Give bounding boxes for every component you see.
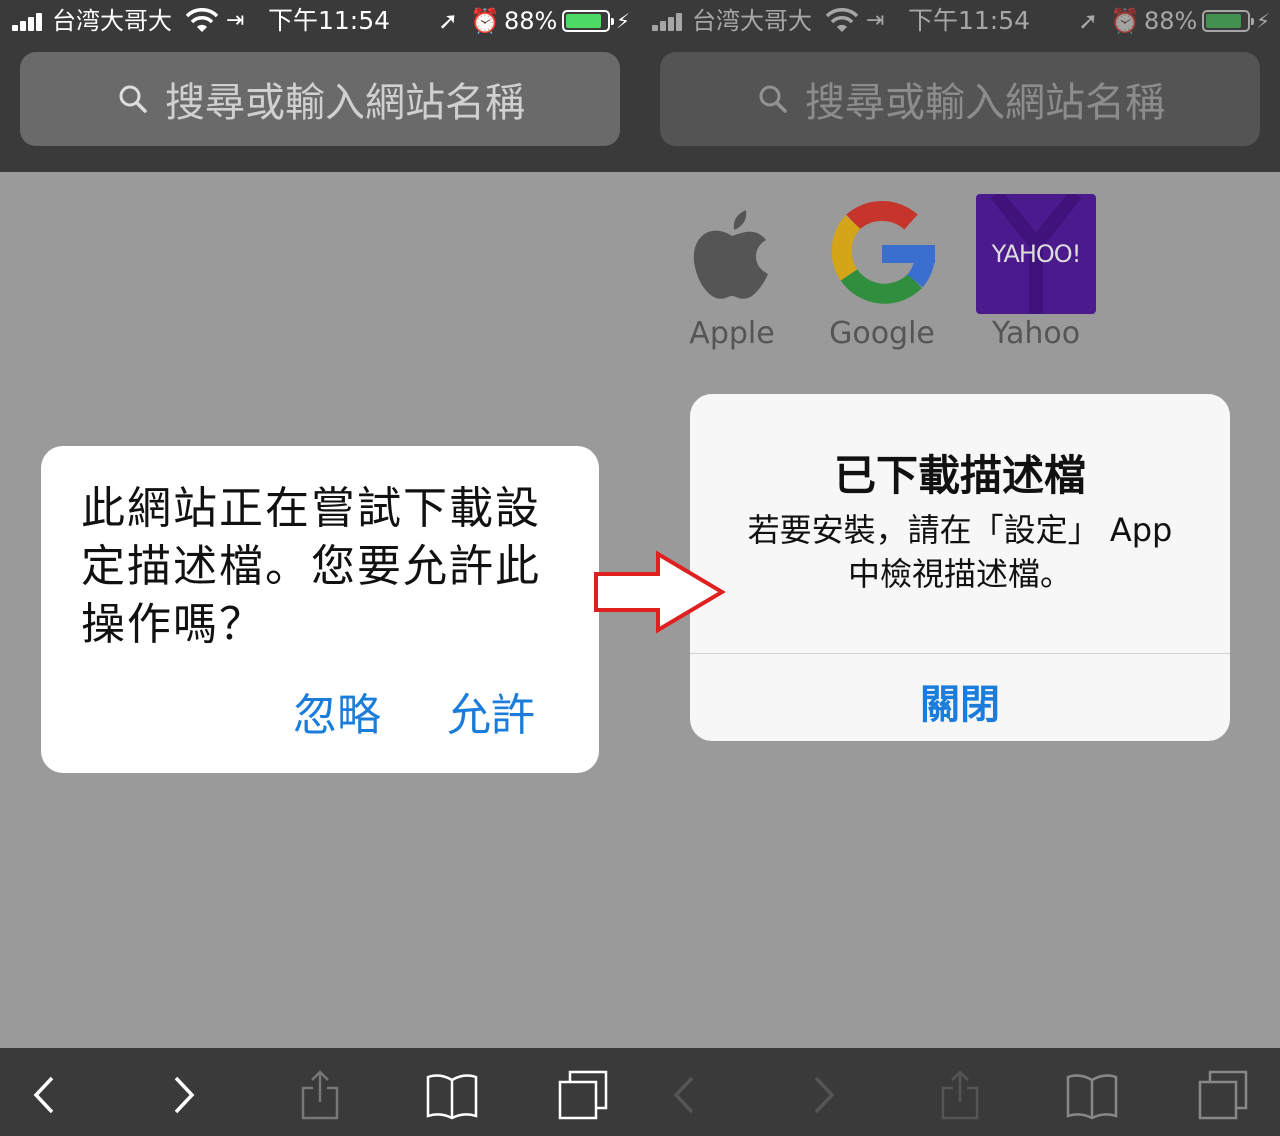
screen-mirroring-icon: ⇥ (866, 8, 885, 33)
favorite-yahoo[interactable]: YAHOO! Yahoo (976, 194, 1096, 351)
battery-fill (566, 14, 602, 28)
left-screen: 台湾大哥大 ⇥ 下午11:54 ➚ ⏰ 88% ⚡ 搜尋或輸入網站名稱 此網站正… (0, 0, 640, 1136)
share-icon (941, 1070, 979, 1120)
share-button[interactable] (934, 1070, 986, 1120)
alarm-icon: ⏰ (1110, 7, 1140, 35)
bottom-toolbar (0, 1048, 640, 1136)
location-icon: ➚ (438, 7, 459, 35)
screen-mirroring-icon: ⇥ (226, 8, 245, 33)
status-bar: 台湾大哥大 ⇥ 下午11:54 ➚ ⏰ 88% ⚡ (0, 0, 640, 42)
search-icon (759, 85, 787, 113)
status-bar: 台湾大哥大 ⇥ 下午11:54 ➚ ⏰ 88% ⚡ (640, 0, 1280, 42)
alarm-icon: ⏰ (470, 7, 500, 35)
back-button[interactable] (658, 1070, 710, 1120)
share-button[interactable] (294, 1070, 346, 1120)
favorite-label: Google (829, 316, 935, 351)
share-icon (301, 1070, 339, 1120)
favorite-label: Apple (689, 316, 775, 351)
search-placeholder: 搜尋或輸入網站名稱 (805, 80, 1165, 126)
yahoo-logo-text: YAHOO! (991, 240, 1082, 268)
tabs-icon (558, 1070, 608, 1120)
tabs-button[interactable] (558, 1070, 610, 1120)
apple-logo-icon (672, 194, 792, 314)
bookmarks-button[interactable] (1066, 1070, 1118, 1120)
alert-divider (690, 653, 1230, 654)
battery-percent: 88% (1144, 7, 1198, 35)
google-logo-icon (822, 194, 942, 314)
signal-icon (12, 13, 46, 31)
charging-icon: ⚡ (616, 9, 631, 33)
chevron-right-icon (814, 1076, 835, 1114)
tabs-button[interactable] (1198, 1070, 1250, 1120)
yahoo-logo-icon: YAHOO! (976, 194, 1096, 314)
profile-downloaded-alert: 已下載描述檔 若要安裝，請在「設定」 App 中檢視描述檔。 關閉 (690, 394, 1230, 741)
ignore-button[interactable]: 忽略 (293, 688, 381, 744)
close-button[interactable]: 關閉 (690, 672, 1230, 730)
top-bar: 台湾大哥大 ⇥ 下午11:54 ➚ ⏰ 88% ⚡ 搜尋或輸入網站名稱 (0, 0, 640, 172)
forward-button[interactable] (798, 1070, 850, 1120)
search-input[interactable]: 搜尋或輸入網站名稱 (20, 52, 620, 146)
battery-icon (562, 10, 614, 32)
favorite-label: Yahoo (991, 316, 1081, 351)
carrier-label: 台湾大哥大 (52, 7, 172, 35)
wifi-icon (826, 8, 858, 32)
back-button[interactable] (18, 1070, 70, 1120)
search-input[interactable]: 搜尋或輸入網站名稱 (660, 52, 1260, 146)
clock-label: 下午11:54 (268, 6, 391, 35)
clock-label: 下午11:54 (908, 6, 1031, 35)
bookmarks-button[interactable] (426, 1070, 478, 1120)
favorite-apple[interactable]: Apple (672, 194, 792, 351)
battery-fill (1206, 14, 1242, 28)
forward-button[interactable] (158, 1070, 210, 1120)
search-placeholder: 搜尋或輸入網站名稱 (165, 80, 525, 126)
arrow-right-icon (594, 550, 726, 634)
book-icon (1066, 1074, 1118, 1120)
carrier-label: 台湾大哥大 (692, 7, 812, 35)
battery-icon (1202, 10, 1254, 32)
favorite-google[interactable]: Google (822, 194, 942, 351)
location-icon: ➚ (1078, 7, 1099, 35)
download-profile-alert: 此網站正在嘗試下載設定描述檔。您要允許此操作嗎？ 忽略 允許 (41, 446, 599, 773)
charging-icon: ⚡ (1256, 9, 1271, 33)
signal-icon (652, 13, 686, 31)
tabs-icon (1198, 1070, 1248, 1120)
book-icon (426, 1074, 478, 1120)
alert-message: 此網站正在嘗試下載設定描述檔。您要允許此操作嗎？ (81, 483, 541, 650)
bottom-toolbar (640, 1048, 1280, 1136)
search-icon (119, 85, 147, 113)
top-bar: 台湾大哥大 ⇥ 下午11:54 ➚ ⏰ 88% ⚡ 搜尋或輸入網站名稱 (640, 0, 1280, 172)
alert-body: 若要安裝，請在「設定」 App 中檢視描述檔。 (747, 511, 1173, 593)
chevron-left-icon (33, 1076, 54, 1114)
alert-title: 已下載描述檔 (833, 451, 1086, 500)
wifi-icon (186, 8, 218, 32)
chevron-left-icon (673, 1076, 694, 1114)
chevron-right-icon (174, 1076, 195, 1114)
battery-percent: 88% (504, 7, 558, 35)
allow-button[interactable]: 允許 (447, 688, 535, 744)
